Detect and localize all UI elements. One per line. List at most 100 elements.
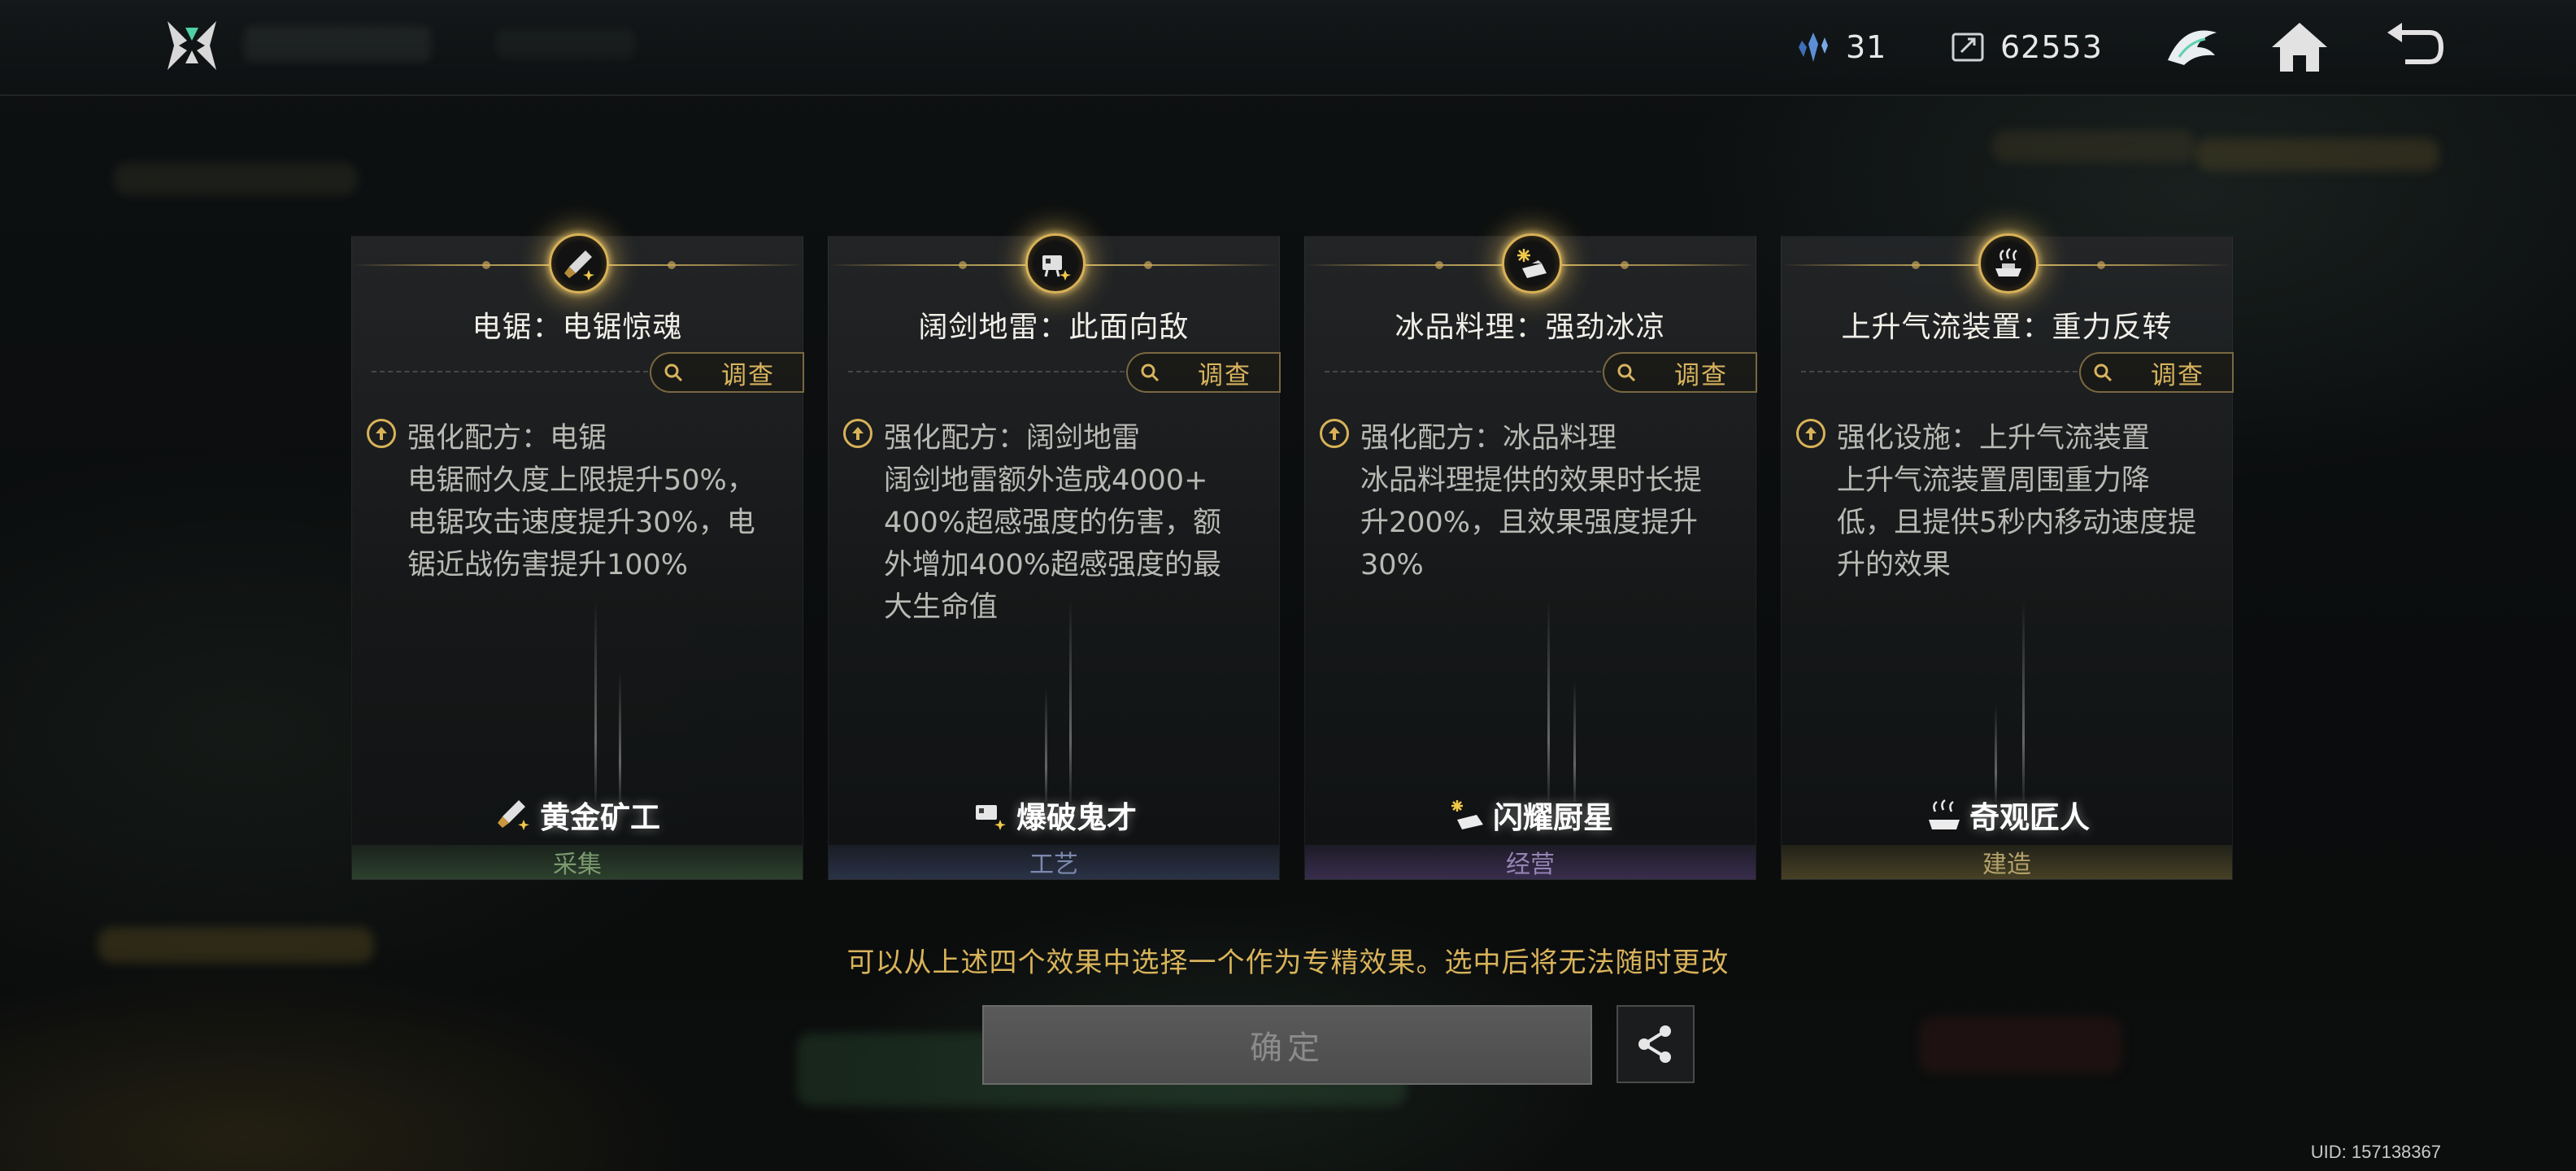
role-name: 奇观匠人 — [1969, 800, 2090, 835]
currency-a-display: 31 — [1795, 24, 1886, 70]
ice-dish-icon — [1517, 249, 1547, 278]
user-id: UID: 157138367 — [2310, 1142, 2441, 1162]
claymore-mine-icon — [1042, 255, 1071, 281]
card-description: 强化设施：上升气流装置 上升气流装置周围重力降 低，且提供5秒内移动速度提 升的… — [1796, 417, 2219, 586]
role-title: 闪耀厨星 — [1305, 793, 1756, 837]
search-icon — [1617, 363, 1636, 382]
selection-notice: 可以从上述四个效果中选择一个作为专精效果。选中后将无法随时更改 — [846, 947, 1730, 979]
blurred-backdrop-panel — [1992, 130, 2195, 163]
crystal-shard-icon — [1799, 33, 1828, 62]
card-dash-divider — [1325, 371, 1601, 372]
currency-b-display: 62553 — [1950, 24, 2103, 70]
confirm-label: 确定 — [1250, 1030, 1325, 1067]
divider-dot — [1435, 261, 1443, 269]
golden-miner-icon — [498, 800, 529, 830]
card-description: 强化配方：阔剑地雷 阔剑地雷额外造成4000+ 400%超感强度的伤害，额 外增… — [843, 417, 1266, 629]
category-label: 建造 — [1982, 851, 2031, 879]
card-title: 电锯：电锯惊魂 — [472, 311, 683, 344]
chainsaw-icon — [564, 250, 594, 281]
card-dash-divider — [848, 371, 1125, 372]
card-medal — [1025, 233, 1086, 294]
light-beam — [1573, 680, 1576, 802]
investigate-button[interactable]: 调查 — [1603, 352, 1757, 393]
card-description-head: 强化配方：阔剑地雷 — [884, 422, 1141, 455]
effect-card-claymore[interactable]: 阔剑地雷：此面向敌 调查 强化配方：阔剑地雷 阔剑地雷额外造成4000+ 400… — [828, 233, 1281, 880]
divider-dot — [2097, 261, 2105, 269]
card-title: 冰品料理：强劲冰凉 — [1395, 311, 1666, 344]
category-label: 工艺 — [1029, 851, 1078, 879]
light-beam — [1547, 599, 1550, 802]
blurred-header-subtitle — [496, 29, 634, 59]
back-icon[interactable] — [2381, 15, 2446, 80]
investigate-label: 调查 — [1198, 360, 1251, 390]
blurred-header-title — [244, 26, 431, 62]
effect-card-chainsaw[interactable]: 电锯：电锯惊魂 调查 强化配方：电锯 电锯耐久度上限提升50%， 电锯攻击速度提… — [351, 233, 804, 880]
blurred-backdrop-panel — [1919, 1016, 2122, 1073]
investigate-label: 调查 — [721, 360, 775, 390]
card-description-body: 上升气流装置周围重力降 低，且提供5秒内移动速度提 升的效果 — [1837, 464, 2197, 581]
card-medal — [1978, 233, 2039, 294]
category-bar: 建造 — [1782, 845, 2232, 879]
role-title: 爆破鬼才 — [829, 793, 1279, 837]
card-dash-divider — [1801, 371, 2078, 372]
effect-card-updraft[interactable]: 上升气流装置：重力反转 调查 强化设施：上升气流装置 上升气流装置周围重力降 低… — [1781, 233, 2234, 880]
category-bar: 采集 — [352, 845, 803, 879]
upgrade-arrow-icon — [367, 419, 396, 448]
investigate-button[interactable]: 调查 — [2079, 352, 2234, 393]
card-description-body: 阔剑地雷额外造成4000+ 400%超感强度的伤害，额 外增加400%超感强度的… — [884, 464, 1222, 624]
role-title: 奇观匠人 — [1782, 793, 2232, 837]
search-icon — [1141, 363, 1160, 382]
demolition-genius-icon — [976, 805, 1006, 830]
updraft-device-icon — [1995, 247, 2021, 276]
blurred-backdrop-panel — [114, 163, 358, 195]
role-name: 黄金矿工 — [540, 800, 660, 835]
upgrade-arrow-icon — [1320, 419, 1349, 448]
card-medal — [549, 233, 609, 294]
home-icon[interactable] — [2267, 15, 2332, 80]
effect-card-ice-dish[interactable]: 冰品料理：强劲冰凉 调查 强化配方：冰品料理 冰品料理提供的效果时长提 升200… — [1304, 233, 1757, 880]
ticket-icon — [1952, 33, 1984, 62]
light-beam — [1995, 704, 1997, 802]
currency-b-value: 62553 — [2000, 29, 2103, 65]
category-label: 经营 — [1506, 851, 1555, 879]
investigate-label: 调查 — [1674, 360, 1728, 390]
profile-emblem-icon[interactable] — [2160, 15, 2225, 80]
wonder-artisan-icon — [1929, 799, 1960, 829]
card-description-head: 强化配方：冰品料理 — [1360, 422, 1617, 455]
blurred-backdrop-panel — [2195, 138, 2439, 171]
light-beam — [594, 599, 597, 802]
divider-dot — [668, 261, 676, 269]
role-name: 闪耀厨星 — [1493, 800, 1613, 835]
top-bar: 31 62553 — [0, 0, 2576, 96]
card-description-head: 强化设施：上升气流装置 — [1837, 422, 2151, 455]
divider-dot — [482, 261, 490, 269]
card-description-body: 冰品料理提供的效果时长提 升200%，且效果强度提升 30% — [1360, 464, 1703, 581]
card-title: 阔剑地雷：此面向敌 — [918, 311, 1190, 344]
role-title: 黄金矿工 — [352, 793, 803, 837]
investigate-label: 调查 — [2151, 360, 2204, 390]
divider-dot — [1144, 261, 1152, 269]
light-beam — [619, 672, 621, 802]
currency-a-value: 31 — [1846, 29, 1887, 65]
light-beam — [1069, 599, 1072, 802]
search-icon — [664, 363, 683, 382]
category-bar: 工艺 — [829, 845, 1279, 879]
menu-logo-icon[interactable] — [163, 16, 221, 75]
light-beam — [2022, 599, 2025, 802]
card-medal — [1502, 233, 1562, 294]
upgrade-arrow-icon — [843, 419, 872, 448]
divider-dot — [959, 261, 967, 269]
role-name: 爆破鬼才 — [1016, 800, 1137, 835]
investigate-button[interactable]: 调查 — [1126, 352, 1281, 393]
card-dash-divider — [372, 371, 648, 372]
upgrade-arrow-icon — [1796, 419, 1825, 448]
share-button[interactable] — [1617, 1005, 1695, 1083]
investigate-button[interactable]: 调查 — [650, 352, 804, 393]
light-beam — [1045, 688, 1047, 802]
search-icon — [2094, 363, 2113, 382]
card-title: 上升气流装置：重力反转 — [1841, 311, 2173, 344]
confirm-button[interactable]: 确定 — [982, 1005, 1592, 1085]
card-description: 强化配方：电锯 电锯耐久度上限提升50%， 电锯攻击速度提升30%，电 锯近战伤… — [367, 417, 790, 586]
share-icon — [1638, 1025, 1671, 1063]
shining-chef-icon — [1451, 800, 1483, 829]
